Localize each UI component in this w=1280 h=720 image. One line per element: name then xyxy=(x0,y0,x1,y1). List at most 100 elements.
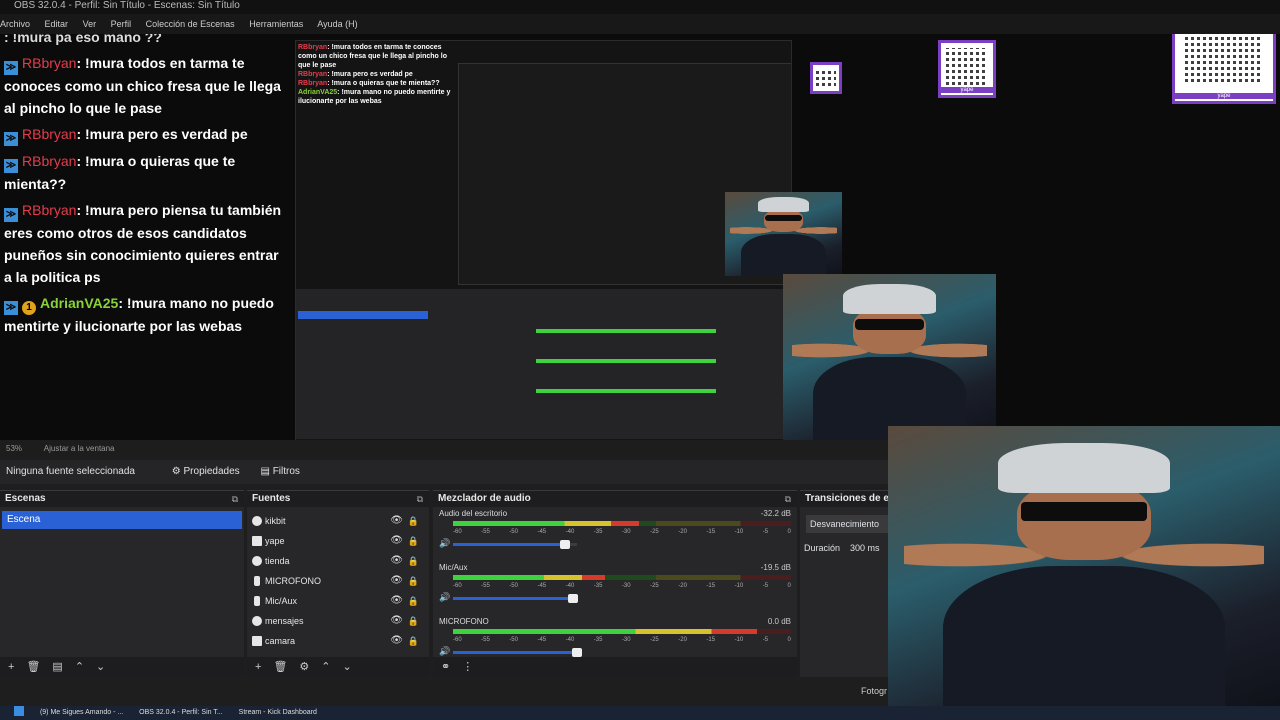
volume-slider[interactable] xyxy=(453,540,577,549)
menu-archivo[interactable]: Archivo xyxy=(0,19,30,29)
mic-icon xyxy=(254,596,260,606)
lock-icon[interactable]: 🔒 xyxy=(408,551,419,571)
eye-icon[interactable]: 👁 xyxy=(390,631,403,651)
source-item[interactable]: Mic/Aux 👁 🔒 xyxy=(247,591,429,611)
volume-meter xyxy=(453,575,791,580)
chat-overlay: : !mura pa eso mano ?? ≫ RBbryan: !mura t… xyxy=(0,34,290,354)
source-item[interactable]: tienda 👁 🔒 xyxy=(247,551,429,571)
sources-list: kikbit 👁 🔒 yape 👁 🔒 tienda 👁 🔒 MICROFONO 👁 🔒 Mic… xyxy=(247,507,429,651)
taskbar-item[interactable]: OBS 32.0.4 - Perfil: Sin T... xyxy=(139,709,223,716)
preview-canvas[interactable]: : !mura pa eso mano ?? ≫ RBbryan: !mura t… xyxy=(0,34,1280,440)
nested-chat: RBbryan: !mura todos en tarma te conoces… xyxy=(296,41,456,221)
sub-badge-icon: 1 xyxy=(22,301,36,315)
chat-message: ≫ RBbryan: !mura pero piensa tu también e… xyxy=(4,199,286,288)
lock-icon[interactable]: 🔒 xyxy=(408,611,419,631)
duration-input[interactable]: 300 ms xyxy=(850,543,880,553)
gear-icon: ⚙ xyxy=(171,466,181,477)
source-item[interactable]: MICROFONO 👁 🔒 xyxy=(247,571,429,591)
mic-icon xyxy=(254,576,260,586)
menu-ver[interactable]: Ver xyxy=(83,19,97,29)
chevron-up-icon[interactable]: ⌃ xyxy=(75,661,84,673)
lock-icon[interactable]: 🔒 xyxy=(408,531,419,551)
more-icon[interactable]: ⋮ xyxy=(462,661,473,673)
gear-icon[interactable]: ⚙ xyxy=(299,661,309,673)
menu-herramientas[interactable]: Herramientas xyxy=(249,19,303,29)
zoom-level[interactable]: 53% xyxy=(6,444,22,453)
audio-mixer-dock: Mezclador de audio ⧉ Audio del escritorio… xyxy=(433,490,797,677)
chat-user: RBbryan xyxy=(22,126,77,142)
add-icon[interactable]: + xyxy=(8,661,14,673)
nested-docks xyxy=(296,289,790,439)
chevron-down-icon[interactable]: ⌄ xyxy=(96,661,105,673)
mixer-channel: Audio del escritorio -32.2 dB -60 -55 -50 -45… xyxy=(433,507,797,561)
eye-icon[interactable]: 👁 xyxy=(390,511,403,531)
chat-message: ≫ RBbryan: !mura todos en tarma te conoce… xyxy=(4,52,286,119)
eye-icon[interactable]: 👁 xyxy=(390,551,403,571)
transition-select[interactable]: Desvanecimiento xyxy=(806,515,890,533)
trash-icon[interactable]: 🗑 xyxy=(26,661,40,673)
transitions-dock: Transiciones de escena Desvanecimiento D… xyxy=(800,490,890,677)
yape-qr-code-main: yape xyxy=(1172,34,1276,104)
eye-icon[interactable]: 👁 xyxy=(390,531,403,551)
camera-feed-medium xyxy=(783,274,996,440)
chevron-down-icon[interactable]: ⌄ xyxy=(343,661,352,673)
menu-ayuda[interactable]: Ayuda (H) xyxy=(317,19,357,29)
chat-fragment: : !mura pa eso mano ?? xyxy=(4,34,162,45)
eye-icon[interactable]: 👁 xyxy=(390,611,403,631)
popout-icon[interactable]: ⧉ xyxy=(417,491,423,507)
transitions-dock-title: Transiciones de escena xyxy=(800,491,890,507)
menu-perfil[interactable]: Perfil xyxy=(111,19,132,29)
taskbar: (9) Me Sigues Amando - ... OBS 32.0.4 - … xyxy=(0,706,1280,720)
mixer-channels: Audio del escritorio -32.2 dB -60 -55 -50 -45… xyxy=(433,507,797,669)
windows-start-icon[interactable] xyxy=(14,706,24,716)
trash-icon[interactable]: 🗑 xyxy=(273,661,287,673)
speaker-icon[interactable]: 🔊 xyxy=(439,646,450,657)
sources-toolbar: + 🗑 ⚙ ⌃ ⌄ xyxy=(247,657,429,677)
chat-text: : !mura pero es verdad pe xyxy=(76,126,248,142)
chat-message: ≫ 1 AdrianVA25: !mura mano no puedo mentir… xyxy=(4,292,286,337)
taskbar-item[interactable]: Stream - Kick Dashboard xyxy=(239,709,317,716)
popout-icon[interactable]: ⧉ xyxy=(232,491,238,507)
chat-badge-icon: ≫ xyxy=(4,159,18,173)
sources-dock: Fuentes ⧉ kikbit 👁 🔒 yape 👁 🔒 tienda 👁 🔒 MICROF… xyxy=(247,490,429,677)
chevron-up-icon[interactable]: ⌃ xyxy=(321,661,330,673)
meter-ticks: -60 -55 -50 -45 -40 -35 -30 -25 -20 -15 -10 -5 0 xyxy=(453,529,791,535)
lock-icon[interactable]: 🔒 xyxy=(408,631,419,651)
lock-icon[interactable]: 🔒 xyxy=(408,511,419,531)
zoom-fit[interactable]: Ajustar a la ventana xyxy=(44,444,115,453)
eye-icon[interactable]: 👁 xyxy=(390,591,403,611)
browser-icon xyxy=(252,556,262,566)
source-item[interactable]: kikbit 👁 🔒 xyxy=(247,511,429,531)
taskbar-item[interactable]: (9) Me Sigues Amando - ... xyxy=(40,709,123,716)
add-icon[interactable]: + xyxy=(255,661,261,673)
properties-button[interactable]: Propiedades xyxy=(184,466,240,477)
lock-icon[interactable]: 🔒 xyxy=(408,591,419,611)
filter-icon[interactable]: ▤ xyxy=(52,661,62,673)
meter-ticks: -60 -55 -50 -45 -40 -35 -30 -25 -20 -15 -10 -5 0 xyxy=(453,637,791,643)
volume-meter xyxy=(453,521,791,526)
link-icon[interactable]: ⚭ xyxy=(441,661,450,673)
yape-qr-code-small xyxy=(810,62,842,94)
source-item[interactable]: yape 👁 🔒 xyxy=(247,531,429,551)
chat-badge-icon: ≫ xyxy=(4,61,18,75)
menu-editar[interactable]: Editar xyxy=(45,19,69,29)
chat-user: RBbryan xyxy=(22,55,77,71)
sources-dock-title: Fuentes ⧉ xyxy=(247,491,429,507)
source-item[interactable]: mensajes 👁 🔒 xyxy=(247,611,429,631)
nested-preview: RBbryan: !mura todos en tarma te conoces… xyxy=(295,40,792,440)
lock-icon[interactable]: 🔒 xyxy=(408,571,419,591)
filters-button[interactable]: Filtros xyxy=(273,466,300,477)
speaker-icon[interactable]: 🔊 xyxy=(439,538,450,549)
speaker-icon[interactable]: 🔊 xyxy=(439,592,450,603)
scene-item[interactable]: Escena xyxy=(2,511,242,529)
eye-icon[interactable]: 👁 xyxy=(390,571,403,591)
source-item[interactable]: camara 👁 🔒 xyxy=(247,631,429,651)
popout-icon[interactable]: ⧉ xyxy=(785,491,791,507)
browser-icon xyxy=(252,516,262,526)
menu-coleccion[interactable]: Colección de Escenas xyxy=(146,19,235,29)
volume-slider[interactable] xyxy=(453,594,579,603)
window-title: OBS 32.0.4 - Perfil: Sin Título - Escena… xyxy=(0,0,1280,14)
channel-name: Audio del escritorio xyxy=(439,509,508,518)
scenes-toolbar: + 🗑 ▤ ⌃ ⌄ xyxy=(0,657,244,677)
volume-slider[interactable] xyxy=(453,648,582,657)
